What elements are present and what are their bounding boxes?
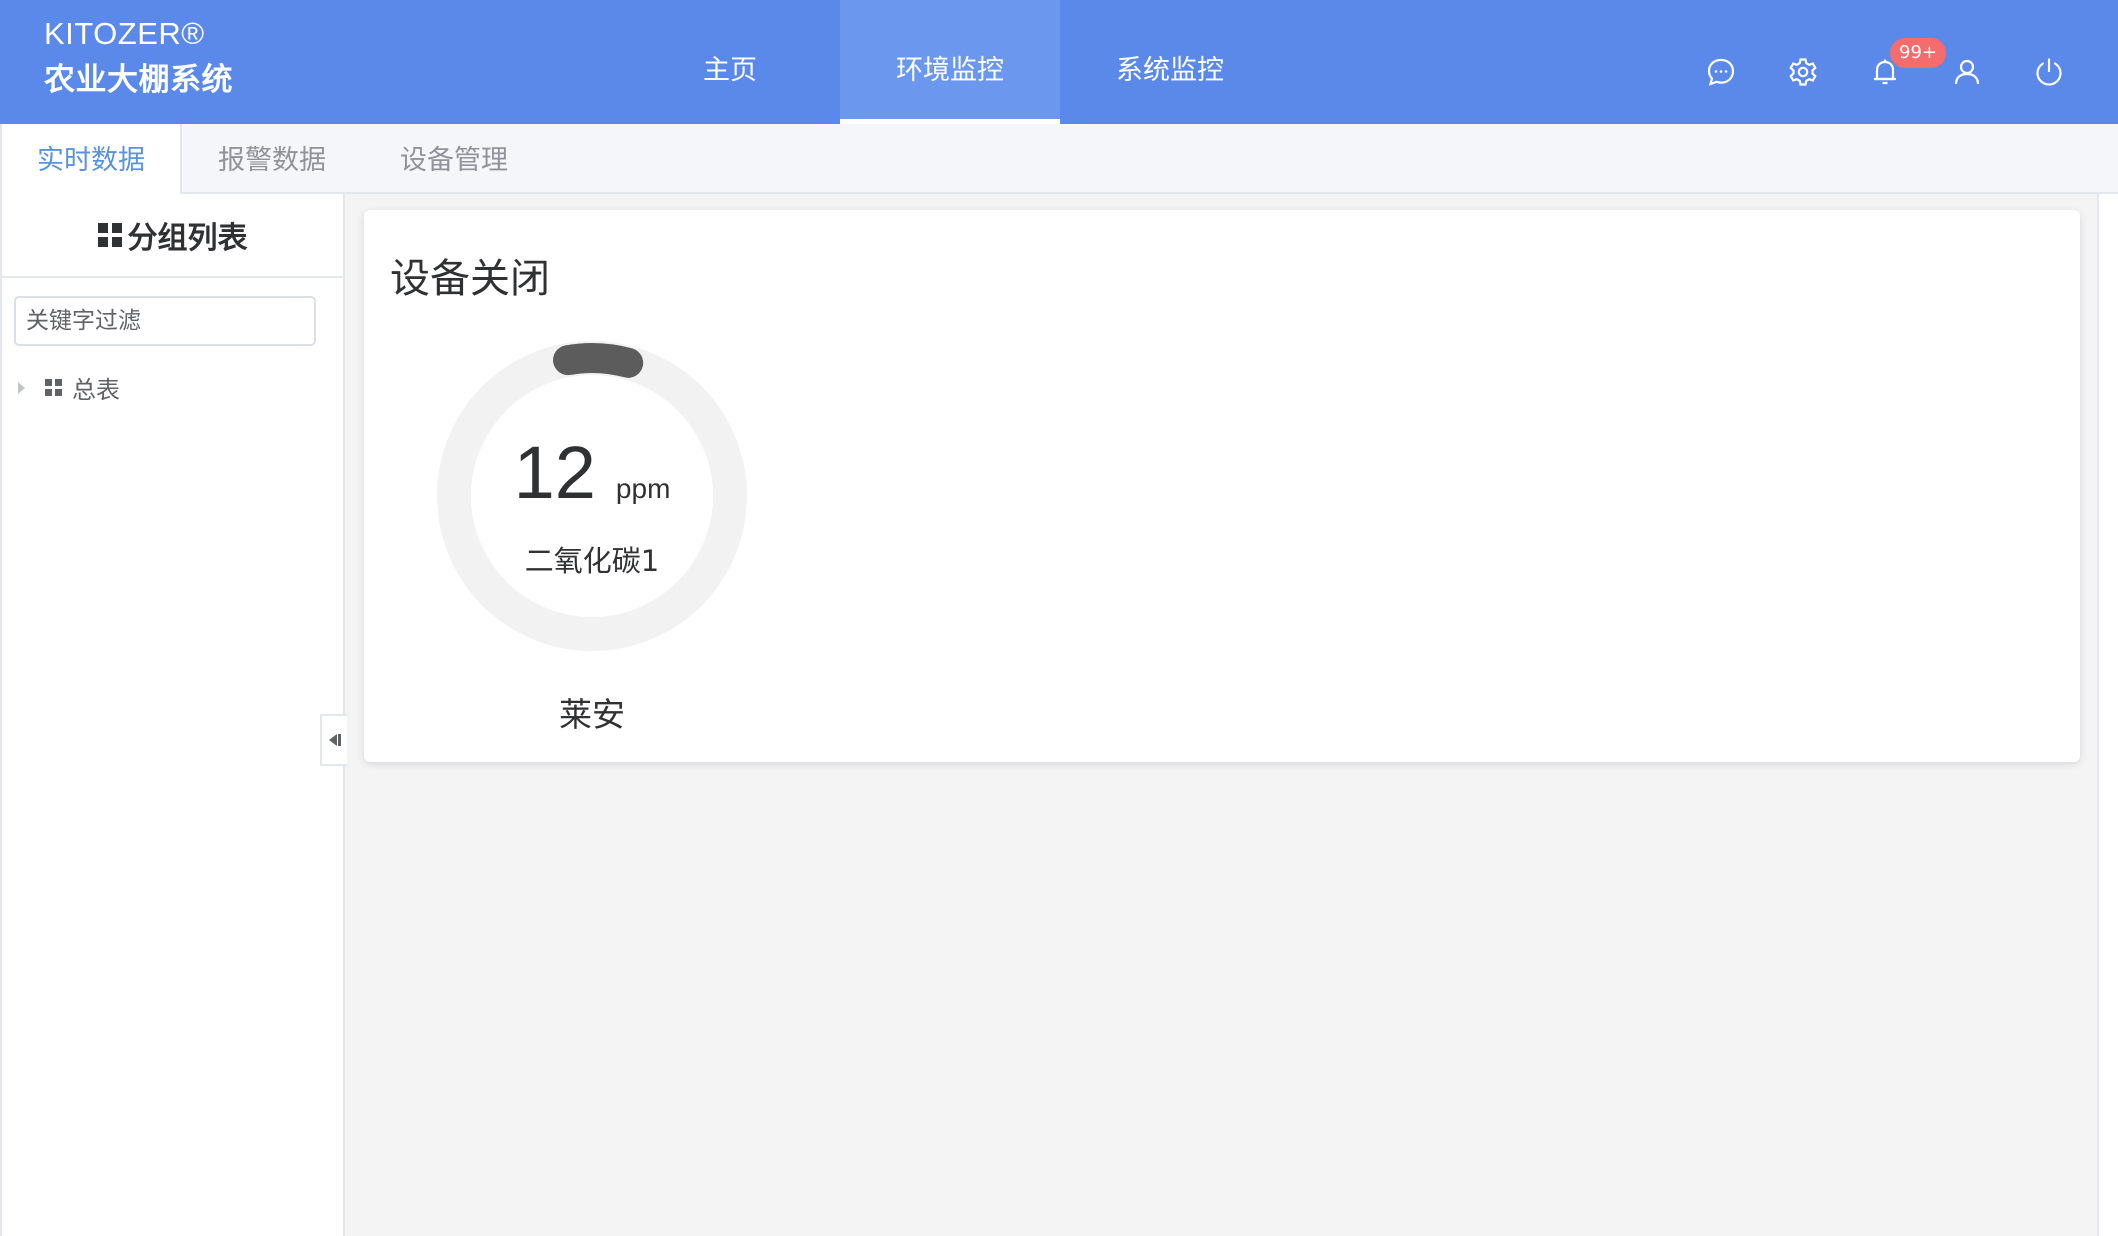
grid-icon xyxy=(45,379,62,396)
gauge-value: 12 xyxy=(513,431,596,514)
sidebar-title: 分组列表 xyxy=(127,221,248,256)
tab-realtime-data[interactable]: 实时数据 xyxy=(0,124,182,196)
sensor-name: 二氧化碳1 xyxy=(524,544,660,578)
brand-name-cn: 农业大棚系统 xyxy=(44,62,233,98)
nav-environment-monitoring[interactable]: 环境监控 xyxy=(840,0,1060,124)
user-icon[interactable] xyxy=(1926,48,2008,96)
top-header: KITOZER® 农业大棚系统 主页 环境监控 系统监控 99+ xyxy=(0,0,2118,124)
tab-alarm-data[interactable]: 报警数据 xyxy=(202,124,342,194)
grid-icon xyxy=(97,223,122,247)
collapse-arrow-icon xyxy=(328,734,337,746)
sub-tabs: 实时数据 报警数据 设备管理 xyxy=(0,124,2118,196)
main-nav: 主页 环境监控 系统监控 xyxy=(620,0,1280,124)
main-content: 设备关闭 12 ppm 二氧化碳1 莱安 xyxy=(347,194,2097,1236)
settings-gear-icon[interactable] xyxy=(1762,48,1844,96)
chat-icon[interactable] xyxy=(1680,48,1762,96)
gauge-reading: 12 ppm xyxy=(434,430,750,515)
device-name: 莱安 xyxy=(559,695,625,734)
expand-caret-icon[interactable] xyxy=(18,381,25,394)
keyword-filter-input[interactable] xyxy=(14,296,316,346)
brand-name-en: KITOZER® xyxy=(44,16,205,51)
nav-system-monitoring[interactable]: 系统监控 xyxy=(1060,0,1280,124)
device-status: 设备关闭 xyxy=(390,256,550,302)
tree-item-label: 总表 xyxy=(72,376,120,404)
collapse-sidebar-button[interactable] xyxy=(320,714,347,766)
brand-logo: KITOZER® 农业大棚系统 xyxy=(44,18,233,96)
header-actions: 99+ xyxy=(1680,38,2090,96)
bell-icon[interactable]: 99+ xyxy=(1844,38,1946,96)
tab-device-management[interactable]: 设备管理 xyxy=(384,124,524,194)
device-card[interactable]: 设备关闭 12 ppm 二氧化碳1 莱安 xyxy=(364,210,2080,762)
scrollbar-track[interactable] xyxy=(2097,194,2118,1236)
gauge-unit: ppm xyxy=(615,473,671,504)
group-sidebar: 分组列表 总表 xyxy=(0,194,347,1236)
power-icon[interactable] xyxy=(2008,48,2090,96)
nav-home[interactable]: 主页 xyxy=(620,0,840,124)
sidebar-header: 分组列表 xyxy=(2,194,343,278)
co2-gauge: 12 ppm 二氧化碳1 xyxy=(434,338,750,654)
tree-item-total[interactable]: 总表 xyxy=(18,370,120,405)
